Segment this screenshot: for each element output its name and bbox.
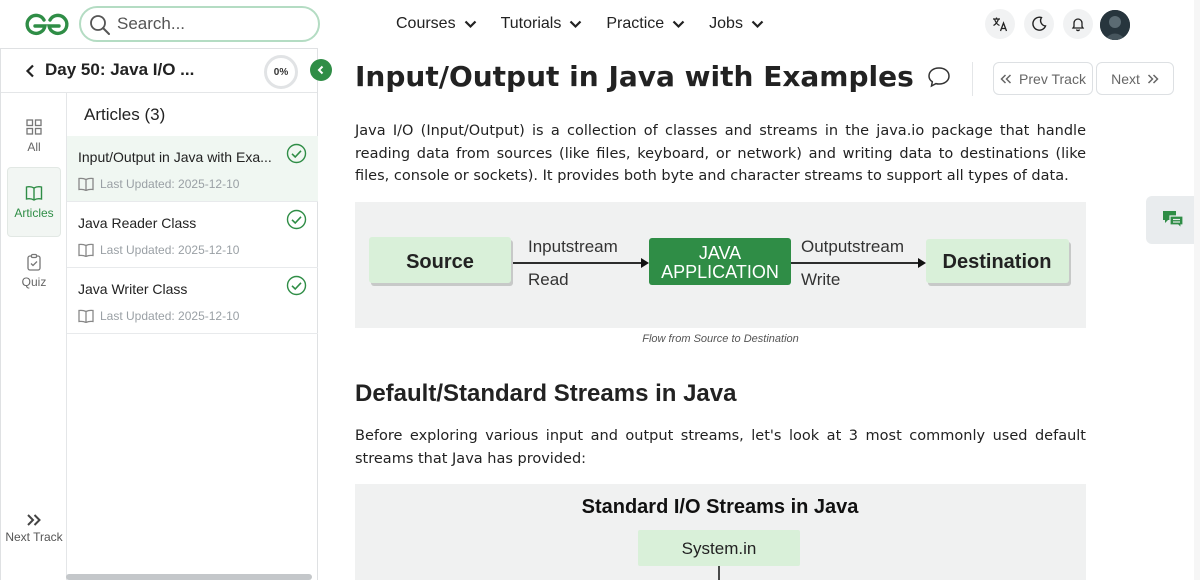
source-label: Source [406, 251, 474, 273]
floating-chat-button[interactable] [1146, 196, 1200, 244]
day-title[interactable]: Day 50: Java I/O ... [45, 60, 194, 80]
article-updated: Last Updated: 2025-12-10 [100, 309, 240, 323]
article-updated: Last Updated: 2025-12-10 [100, 243, 240, 257]
rail-quiz[interactable]: Quiz [7, 236, 61, 306]
collapse-panel-button[interactable] [310, 59, 332, 81]
nav-tutorials-label: Tutorials [500, 15, 562, 32]
progress-text: 0% [273, 66, 289, 78]
header-divider [972, 62, 973, 96]
bell-icon [1071, 18, 1085, 32]
translate-button[interactable] [985, 9, 1015, 39]
next-label: Next [1111, 70, 1140, 87]
next-button[interactable]: Next [1096, 62, 1174, 95]
figure-caption: Flow from Source to Destination [642, 333, 799, 345]
intro-paragraph: Java I/O (Input/Output) is a collection … [355, 123, 1086, 184]
outputstream-label: Outputstream [801, 237, 904, 256]
page-scrollbar[interactable] [1194, 0, 1200, 580]
next-track-label: Next Track [5, 530, 63, 544]
article-title: Input/Output in Java with Exa... [78, 149, 272, 165]
user-avatar[interactable] [1100, 10, 1130, 40]
section-heading: Default/Standard Streams in Java [355, 380, 737, 407]
check-circle-icon [286, 143, 307, 164]
java-app-label-2: APPLICATION [661, 262, 779, 282]
read-label: Read [528, 270, 569, 289]
check-circle-icon [286, 209, 307, 230]
nav-jobs-label: Jobs [709, 15, 743, 32]
double-chevron-left-icon [1000, 73, 1012, 84]
panel-scrollbar[interactable] [66, 574, 312, 580]
double-chevron-right-icon [1147, 73, 1159, 84]
search-bar[interactable] [79, 6, 320, 42]
nav-practice-label: Practice [606, 15, 665, 32]
rail-articles[interactable]: Articles [7, 167, 61, 237]
standard-streams-svg: Standard I/O Streams in Java System.in [582, 496, 860, 580]
chevron-down-icon [464, 20, 476, 28]
article-title: Java Writer Class [78, 281, 188, 297]
article-updated: Last Updated: 2025-12-10 [100, 177, 240, 191]
arrow-head [918, 258, 926, 268]
progress-indicator: 0% [264, 55, 298, 89]
dark-mode-toggle[interactable] [1024, 9, 1054, 39]
grid-icon [26, 119, 42, 135]
book-icon [78, 177, 94, 191]
search-icon [90, 15, 110, 35]
figure2-title: Standard I/O Streams in Java [582, 496, 860, 518]
chevron-left-icon[interactable] [25, 64, 35, 78]
system-in-label: System.in [682, 539, 757, 558]
double-chevron-right-icon [27, 514, 41, 526]
notifications-button[interactable] [1063, 9, 1093, 39]
destination-label: Destination [943, 251, 1052, 273]
moon-icon [1032, 16, 1047, 31]
article-title-heading: Input/Output in Java with Examples [355, 60, 914, 93]
rail-quiz-label: Quiz [21, 275, 47, 289]
chevron-down-icon [672, 20, 685, 28]
prev-track-button[interactable]: Prev Track [993, 62, 1093, 95]
article-item[interactable]: Input/Output in Java with Exa... Last Up… [67, 136, 318, 202]
nav-courses-label: Courses [396, 15, 456, 32]
rail-articles-label: Articles [14, 206, 54, 220]
book-icon [25, 185, 43, 201]
chevron-down-icon [570, 20, 582, 28]
rail-all[interactable]: All [7, 101, 61, 171]
rail-all-label: All [27, 140, 41, 154]
translate-icon [993, 17, 1008, 32]
main-nav: Courses Tutorials Practice Jobs [396, 12, 788, 36]
nav-practice[interactable]: Practice [606, 12, 685, 36]
article-item[interactable]: Java Writer Class Last Updated: 2025-12-… [67, 268, 318, 334]
nav-courses[interactable]: Courses [396, 12, 477, 36]
standard-streams-figure: Standard I/O Streams in Java System.in [355, 484, 1086, 580]
article-item[interactable]: Java Reader Class Last Updated: 2025-12-… [67, 202, 318, 268]
write-label: Write [801, 270, 840, 289]
prev-track-label: Prev Track [1019, 70, 1086, 87]
articles-heading: Articles (3) [84, 105, 166, 124]
nav-jobs[interactable]: Jobs [709, 12, 764, 36]
chat-icon [1163, 211, 1184, 230]
check-circle-icon [286, 275, 307, 296]
article-title: Java Reader Class [78, 215, 197, 231]
book-icon [78, 309, 94, 323]
top-navbar: Courses Tutorials Practice Jobs [0, 0, 1200, 48]
search-input[interactable] [117, 12, 307, 36]
java-app-label-1: JAVA [699, 243, 741, 263]
chevron-left-icon [317, 65, 324, 75]
avatar-image [1100, 10, 1130, 40]
flow-diagram-svg: Source Inputstream Read JAVA APPLICATION… [369, 237, 1071, 289]
gfg-logo[interactable] [22, 10, 72, 38]
chevron-down-icon [751, 20, 764, 28]
arrow-head [641, 258, 649, 268]
inputstream-label: Inputstream [528, 237, 618, 256]
next-track-button[interactable]: Next Track [1, 513, 67, 544]
book-icon [78, 243, 94, 257]
course-panel: Day 50: Java I/O ... 0% All Articles Qui… [0, 48, 318, 580]
nav-tutorials[interactable]: Tutorials [501, 12, 583, 36]
clipboard-icon [27, 253, 41, 271]
section-paragraph: Before exploring various input and outpu… [355, 428, 1086, 467]
course-panel-header: Day 50: Java I/O ... 0% [1, 49, 317, 93]
flow-diagram: Source Inputstream Read JAVA APPLICATION… [355, 202, 1086, 328]
comment-icon[interactable] [927, 66, 951, 88]
